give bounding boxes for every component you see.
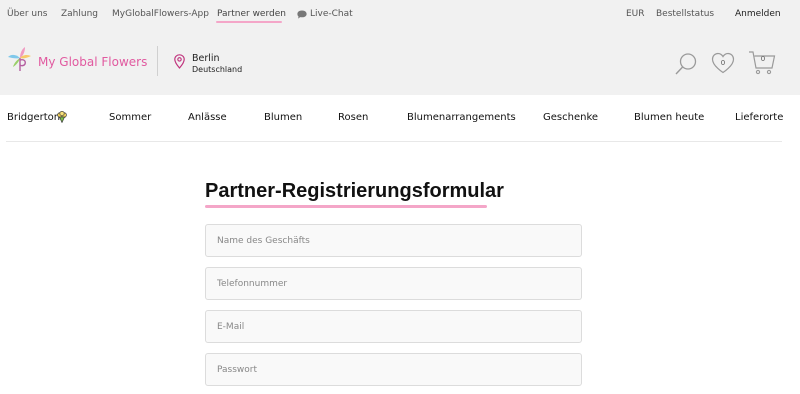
password-input[interactable]	[206, 354, 581, 385]
location-city[interactable]: Berlin	[192, 53, 220, 64]
password-field[interactable]	[205, 353, 582, 386]
currency-selector[interactable]: EUR	[626, 9, 645, 19]
business-name-field[interactable]	[205, 224, 582, 257]
location-country[interactable]: Deutschland	[192, 65, 242, 74]
nav-item-blumen[interactable]: Blumen	[264, 112, 302, 123]
main-nav: Bridgerton Sommer Anlässe Blumen Rosen B…	[0, 95, 800, 141]
location-pin-icon[interactable]	[174, 54, 185, 69]
nav-item-blumenarrangements[interactable]: Blumenarrangements	[407, 112, 516, 123]
nav-divider	[6, 141, 782, 142]
bouquet-icon	[57, 111, 67, 123]
logo-text[interactable]: My Global Flowers	[38, 55, 147, 69]
wishlist-count: 0	[720, 59, 726, 67]
login-link[interactable]: Anmelden	[735, 9, 781, 19]
nav-item-lieferorte[interactable]: Lieferorte	[735, 112, 783, 123]
active-link-underline	[216, 21, 282, 23]
chat-bubble-icon	[297, 10, 307, 19]
business-name-input[interactable]	[206, 225, 581, 256]
page-title: Partner-Registrierungsformular	[205, 180, 504, 202]
cart-count: 0	[760, 55, 766, 63]
header-divider	[157, 46, 158, 76]
link-partner-werden[interactable]: Partner werden	[217, 9, 286, 19]
nav-item-rosen[interactable]: Rosen	[338, 112, 368, 123]
email-field[interactable]	[205, 310, 582, 343]
search-icon[interactable]	[674, 52, 698, 76]
shopping-cart-icon[interactable]	[748, 50, 776, 76]
link-app[interactable]: MyGlobalFlowers-App	[112, 9, 209, 19]
flower-logo-icon[interactable]	[7, 46, 33, 72]
link-bestellstatus[interactable]: Bestellstatus	[656, 9, 714, 19]
nav-item-geschenke[interactable]: Geschenke	[543, 112, 598, 123]
link-ueber-uns[interactable]: Über uns	[7, 9, 48, 19]
top-bar: Über uns Zahlung MyGlobalFlowers-App Par…	[0, 0, 800, 30]
header: My Global Flowers Berlin Deutschland 0 0	[0, 30, 800, 95]
link-live-chat[interactable]: Live-Chat	[310, 9, 353, 19]
nav-item-bridgerton[interactable]: Bridgerton	[7, 112, 60, 123]
phone-input[interactable]	[206, 268, 581, 299]
title-underline	[205, 205, 487, 208]
nav-item-blumen-heute[interactable]: Blumen heute	[634, 112, 704, 123]
nav-item-anlaesse[interactable]: Anlässe	[188, 112, 227, 123]
nav-item-sommer[interactable]: Sommer	[109, 112, 151, 123]
link-zahlung[interactable]: Zahlung	[61, 9, 98, 19]
phone-field[interactable]	[205, 267, 582, 300]
email-input[interactable]	[206, 311, 581, 342]
